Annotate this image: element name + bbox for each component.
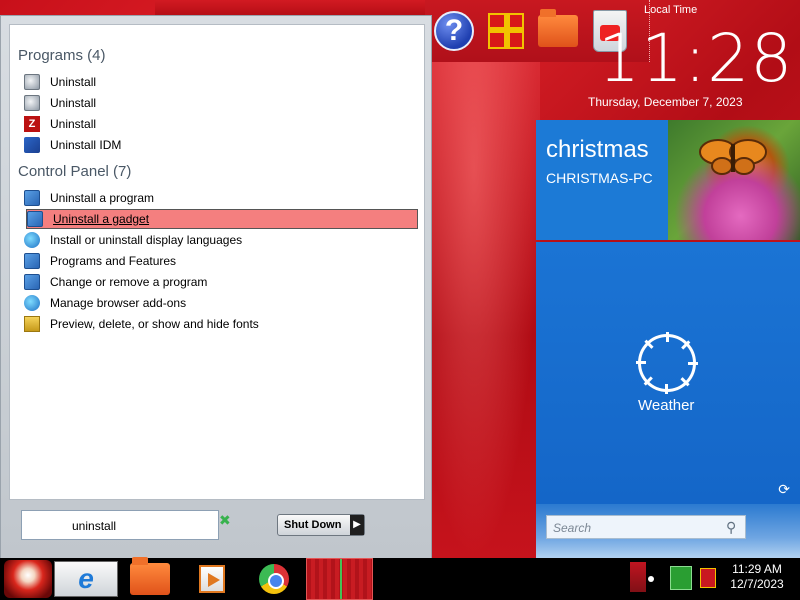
tray-gift-icon[interactable] xyxy=(700,568,716,588)
user-tile[interactable]: christmas CHRISTMAS-PC xyxy=(536,120,668,240)
result-label: Programs and Features xyxy=(50,254,177,268)
network-icon[interactable] xyxy=(670,566,692,590)
weather-tile[interactable]: Weather ⟳ xyxy=(536,242,800,504)
search-tile: Search ⚲ xyxy=(536,504,800,560)
clear-search-icon[interactable]: ✖ xyxy=(219,512,231,529)
control-panel-result[interactable]: Install or uninstall display languages xyxy=(24,230,414,250)
result-label: Uninstall IDM xyxy=(50,138,122,152)
search-icon[interactable]: ⚲ xyxy=(726,519,736,536)
control-panel-result[interactable]: Manage browser add-ons xyxy=(24,293,414,313)
weather-label: Weather xyxy=(638,397,695,414)
shutdown-label: Shut Down xyxy=(284,519,342,531)
tray-date: 12/7/2023 xyxy=(730,577,784,591)
tray-indicator xyxy=(648,576,654,582)
result-label: Uninstall a program xyxy=(50,191,155,205)
result-label: Install or uninstall display languages xyxy=(50,233,243,247)
butterfly-image xyxy=(699,139,767,175)
gift-icon[interactable] xyxy=(485,9,527,53)
result-label: Change or remove a program xyxy=(50,275,208,289)
program-result[interactable]: Z Uninstall xyxy=(24,114,414,134)
result-label: Preview, delete, or show and hide fonts xyxy=(50,317,259,331)
start-menu: Programs (4) Uninstall Uninstall Z Unins… xyxy=(0,15,432,560)
start-menu-footer: uninstall ✖ Shut Down ▶ xyxy=(9,502,425,554)
clock-time: 11:28 xyxy=(598,20,794,97)
sun-ray xyxy=(666,332,669,342)
internet-explorer-icon[interactable]: e xyxy=(54,561,118,597)
control-panel-result[interactable]: Uninstall a program xyxy=(24,188,414,208)
clock-date: Thursday, December 7, 2023 xyxy=(588,95,743,109)
clock-label: Local Time xyxy=(644,4,698,16)
control-panel-icon xyxy=(24,253,40,269)
media-player-icon[interactable] xyxy=(188,561,236,597)
control-panel-icon xyxy=(24,190,40,206)
disc-icon xyxy=(24,74,40,90)
disc-icon xyxy=(24,95,40,111)
result-label: Manage browser add-ons xyxy=(50,296,187,310)
sun-ray xyxy=(665,384,668,394)
font-icon xyxy=(24,316,40,332)
start-orb[interactable] xyxy=(4,560,52,598)
sun-ray xyxy=(636,361,646,364)
shutdown-options-arrow[interactable]: ▶ xyxy=(350,515,364,535)
search-results-panel: Programs (4) Uninstall Uninstall Z Unins… xyxy=(9,24,425,500)
tray-icon[interactable] xyxy=(630,562,646,592)
control-panel-icon xyxy=(24,274,40,290)
globe-icon xyxy=(24,232,40,248)
program-result[interactable]: Uninstall xyxy=(24,93,414,113)
result-label: Uninstall xyxy=(50,96,97,110)
sun-ray xyxy=(688,362,698,365)
shutdown-button[interactable]: Shut Down ▶ xyxy=(277,514,365,536)
user-name: christmas xyxy=(546,136,649,163)
program-result[interactable]: Uninstall IDM xyxy=(24,135,414,155)
tile-search-input[interactable]: Search xyxy=(546,515,746,539)
taskbar: e 11:29 AM 12/7/2023 xyxy=(0,557,800,600)
start-search-input[interactable]: uninstall xyxy=(21,510,219,540)
globe-icon xyxy=(24,295,40,311)
pc-name: CHRISTMAS-PC xyxy=(546,170,653,186)
photo-tile[interactable] xyxy=(668,120,800,240)
control-panel-header[interactable]: Control Panel (7) xyxy=(18,163,131,180)
z-app-icon: Z xyxy=(24,116,40,132)
programs-header[interactable]: Programs (4) xyxy=(18,47,106,64)
chrome-icon[interactable] xyxy=(250,561,298,597)
gadget-icon xyxy=(27,211,43,227)
control-panel-result[interactable]: Preview, delete, or show and hide fonts xyxy=(24,314,414,334)
tray-time: 11:29 AM xyxy=(732,562,782,576)
program-result[interactable]: Uninstall xyxy=(24,72,414,92)
result-label: Uninstall xyxy=(50,117,97,131)
explorer-folder-icon[interactable] xyxy=(126,557,174,597)
control-panel-result[interactable]: Change or remove a program xyxy=(24,272,414,292)
refresh-icon[interactable]: ⟳ xyxy=(778,481,790,498)
taskbar-window-button[interactable] xyxy=(306,558,373,600)
help-icon[interactable]: ? xyxy=(433,9,475,53)
wallpaper-glow xyxy=(430,0,540,560)
folder-icon[interactable] xyxy=(537,9,579,53)
tray-clock[interactable]: 11:29 AM 12/7/2023 xyxy=(724,562,790,592)
control-panel-result-selected[interactable]: Uninstall a gadget xyxy=(26,209,418,229)
idm-icon xyxy=(24,137,40,153)
result-label: Uninstall xyxy=(50,75,97,89)
control-panel-result[interactable]: Programs and Features xyxy=(24,251,414,271)
result-label: Uninstall a gadget xyxy=(53,212,150,226)
